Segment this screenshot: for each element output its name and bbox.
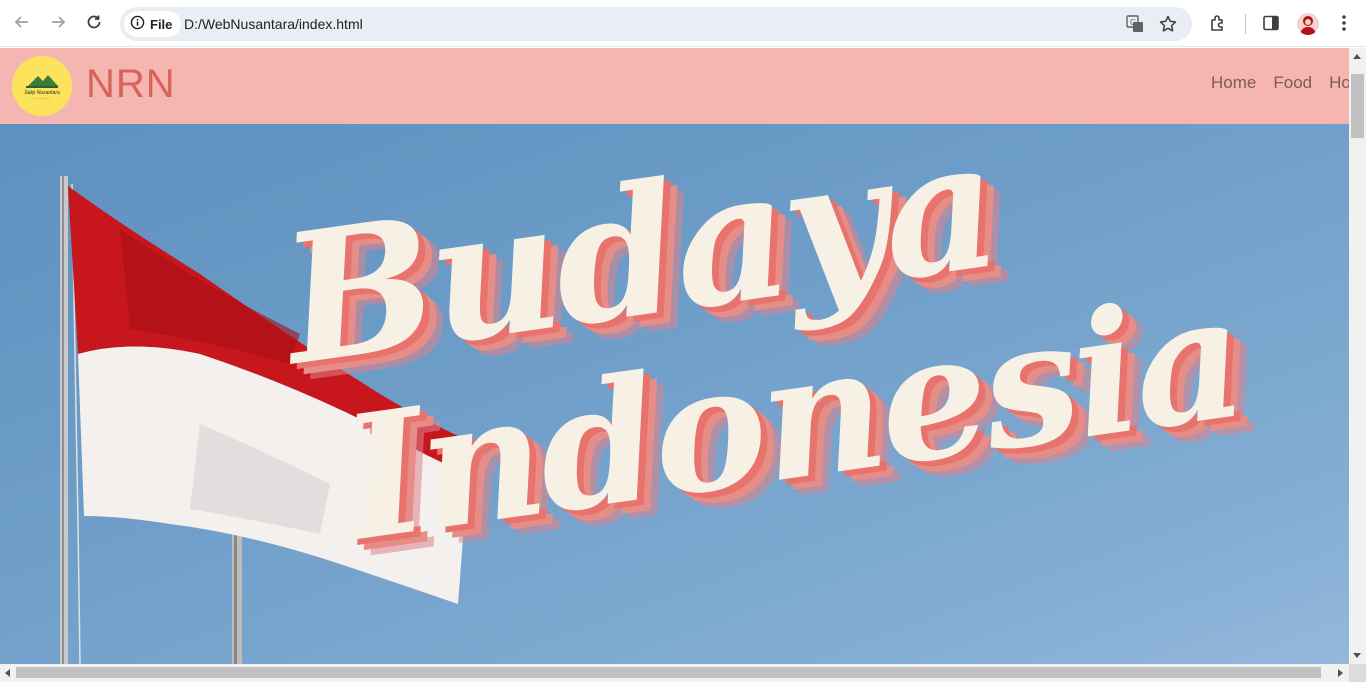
hero-title: Budaya Indonesia <box>0 124 1349 664</box>
star-icon[interactable] <box>1156 12 1180 36</box>
svg-text:G: G <box>1130 18 1136 27</box>
svg-text:~ ~ ~ ~ ~ ~ ~ ~: ~ ~ ~ ~ ~ ~ ~ ~ <box>34 97 50 100</box>
back-icon[interactable] <box>8 8 36 36</box>
scroll-up-arrow-icon[interactable] <box>1353 54 1361 59</box>
hero-banner: Budaya Indonesia <box>0 124 1349 664</box>
menu-icon[interactable] <box>1331 10 1357 36</box>
scrollbar-corner <box>1349 664 1366 682</box>
horizontal-scroll-thumb[interactable] <box>16 667 1321 678</box>
nav-food[interactable]: Food <box>1273 73 1312 93</box>
vertical-scroll-thumb[interactable] <box>1351 74 1364 138</box>
nav-home[interactable]: Home <box>1211 73 1256 93</box>
vertical-scrollbar[interactable] <box>1349 48 1366 664</box>
scroll-left-arrow-icon[interactable] <box>5 669 10 677</box>
address-bar[interactable]: File D:/WebNusantara/index.html G <box>120 7 1192 41</box>
site-nav: Home Food Hou <box>1211 73 1349 93</box>
extensions-icon[interactable] <box>1205 10 1231 36</box>
side-panel-icon[interactable] <box>1258 10 1284 36</box>
scroll-down-arrow-icon[interactable] <box>1353 653 1361 658</box>
horizontal-scrollbar[interactable] <box>0 664 1349 682</box>
reload-icon[interactable] <box>80 8 108 36</box>
site-logo[interactable]: Salip Nusantara ~ ~ ~ ~ ~ ~ ~ ~ <box>12 56 72 116</box>
translate-icon[interactable]: G <box>1123 12 1147 36</box>
nav-hou[interactable]: Hou <box>1329 73 1349 93</box>
chip-label: File <box>150 16 173 32</box>
url-text[interactable]: D:/WebNusantara/index.html <box>184 16 363 32</box>
browser-toolbar: File D:/WebNusantara/index.html G <box>0 0 1366 47</box>
page-viewport: Salip Nusantara ~ ~ ~ ~ ~ ~ ~ ~ NRN Home… <box>0 48 1349 664</box>
forward-icon[interactable] <box>44 8 72 36</box>
svg-text:Salip Nusantara: Salip Nusantara <box>24 90 60 96</box>
site-header: Salip Nusantara ~ ~ ~ ~ ~ ~ ~ ~ NRN Home… <box>0 48 1349 124</box>
info-icon <box>130 15 145 33</box>
scroll-right-arrow-icon[interactable] <box>1338 669 1343 677</box>
brand-name[interactable]: NRN <box>86 62 176 107</box>
toolbar-divider <box>1245 14 1246 34</box>
profile-avatar[interactable] <box>1297 13 1319 35</box>
site-info-chip[interactable]: File <box>124 11 182 37</box>
